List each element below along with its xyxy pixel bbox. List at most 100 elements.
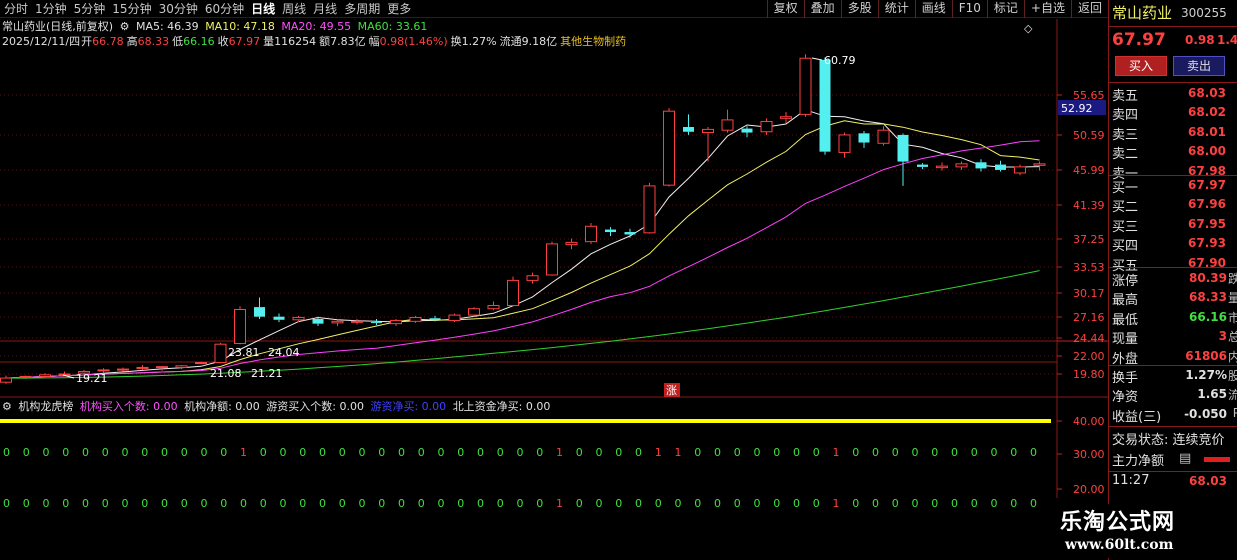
stat-value: 80.39 [1189,271,1227,285]
stat2-row[interactable]: 净资 1.65 流 [1109,385,1237,405]
stat-row[interactable]: 外盘 61806 内 [1109,347,1237,367]
candle-body [331,320,344,324]
sell-button[interactable]: 卖出 [1173,56,1225,76]
turnover-value: 换1.27% [450,35,497,48]
ma5-value: MA5: 46.39 [135,20,199,33]
signal-digit: 0 [872,497,879,510]
signal-digit: 0 [438,446,445,459]
candle-body [917,164,928,167]
signal-digit: 0 [280,497,287,510]
candle-body [995,164,1006,170]
signal-digit: 0 [773,446,780,459]
candle-body [292,316,305,321]
kline-chart[interactable]: 55.6550.5945.9941.3937.2533.5330.1727.16… [0,0,1108,560]
stat2-value: -0.050 [1184,406,1227,421]
candle-body [605,229,616,233]
candle-body [663,110,675,186]
ask-label: 卖五 [1112,89,1139,104]
tick-price: 68.03 [1189,474,1227,488]
signal-digit: 0 [576,446,583,459]
signal-digit: 0 [931,497,938,510]
signal-digit: 0 [457,497,464,510]
stat-row[interactable]: 现量 3 总 [1109,327,1237,347]
candle-body [955,163,968,168]
ask-row[interactable]: 卖二 68.00 [1109,142,1237,162]
low-label: 低 [172,35,184,48]
signal-digit: 0 [1010,446,1017,459]
indicator-settings-icon[interactable]: ⚙ [2,400,12,413]
candle-body [39,374,51,377]
open-value: 66.78 [92,35,124,48]
candle-body [468,308,480,316]
candle-body [585,225,597,243]
bid-row[interactable]: 买三 67.95 [1109,215,1237,235]
ask-row[interactable]: 卖五 68.03 [1109,84,1237,104]
signal-digit: 0 [260,497,267,510]
candle-body [936,165,948,169]
ma20-line [5,140,1040,379]
bid-row[interactable]: 买二 67.96 [1109,195,1237,215]
list-icon[interactable]: ▤ [1179,451,1191,466]
signal-digit: 0 [852,446,859,459]
settings-icon[interactable]: ⚙ [120,20,130,33]
candle-body [117,368,129,371]
y-tick-label: 37.25 [1073,233,1105,246]
diamond-icon[interactable]: ◇ [1024,22,1035,36]
stat-tail: 市 [1227,310,1237,325]
stat-row[interactable]: 涨停 80.39 跌 [1109,269,1237,289]
panel-change-pct: 1.46% [1217,33,1237,47]
amp-value: 0.98(1.46%) [379,35,448,48]
candle-body [702,128,714,134]
signal-digit: 0 [319,497,326,510]
chart-annotations: 60.79 23.81 24.04 21.08 21.21 19.21 涨 [62,54,856,397]
bid-row[interactable]: 买一 67.97 [1109,176,1237,196]
stat-label: 最低 [1112,312,1139,328]
bid-row[interactable]: 买四 67.93 [1109,234,1237,254]
signal-digit: 0 [991,497,998,510]
local-low-label: 21.08 [210,367,242,380]
signal-digit: 1 [655,446,662,459]
ask-row[interactable]: 卖四 68.02 [1109,103,1237,123]
signal-digit: 0 [359,446,366,459]
signal-digit: 0 [497,446,504,459]
stat2-row[interactable]: 收益(三) -0.050 P [1109,405,1237,425]
signal-digit: 0 [181,497,188,510]
bid-value: 67.96 [1188,197,1226,212]
stat-row[interactable]: 最低 66.16 市 [1109,308,1237,328]
indicator-subchart: 40.0030.0020.000 0 0 0 0 0 0 0 0 0 0 0 1 0 0 0 0 0 0 0 0 0 0 0 0… [0,415,1105,510]
signal-digit: 0 [299,497,306,510]
candle-body [58,373,71,376]
signal-digit: 0 [852,497,859,510]
main-net-label: 主力净额 [1112,454,1165,469]
stat-row[interactable]: 最高 68.33 量 [1109,288,1237,308]
signal-digit: 0 [102,497,109,510]
signal-digit: 0 [655,497,662,510]
ask-label: 卖三 [1112,127,1139,143]
signal-digit: 0 [931,446,938,459]
candle-body [546,243,558,276]
candle-body [780,116,792,119]
price-axis: 55.6550.5945.9941.3937.2533.5330.1727.16… [1058,89,1106,381]
signal-digit: 0 [615,446,622,459]
signal-digit: 0 [62,497,69,510]
signal-digit: 0 [536,446,543,459]
stat-tail: 量 [1227,291,1237,306]
ohlc-readout: 2025/12/11/四开66.78 高68.33 低66.16 收67.97 量116… [2,35,629,49]
stat-tail: 总 [1227,330,1237,345]
local-high-label: 23.81 [228,346,260,359]
signal-digit: 0 [23,446,30,459]
signal-digit: 0 [694,497,701,510]
ask-row[interactable]: 卖三 68.01 [1109,123,1237,143]
inst-net: 机构净额: 0.00 [184,400,260,413]
signal-digit: 0 [991,446,998,459]
bid-label: 买三 [1112,219,1139,235]
signal-digit: 0 [378,446,385,459]
local-low-label: 21.21 [251,367,283,380]
signal-digit: 0 [734,446,741,459]
candle-body [351,320,363,323]
buy-button[interactable]: 买入 [1115,56,1167,76]
candle-body [683,127,694,132]
industry-label: 其他生物制药 [560,35,627,48]
signal-digit: 0 [339,497,346,510]
stat2-row[interactable]: 换手 1.27% 股 [1109,366,1237,386]
